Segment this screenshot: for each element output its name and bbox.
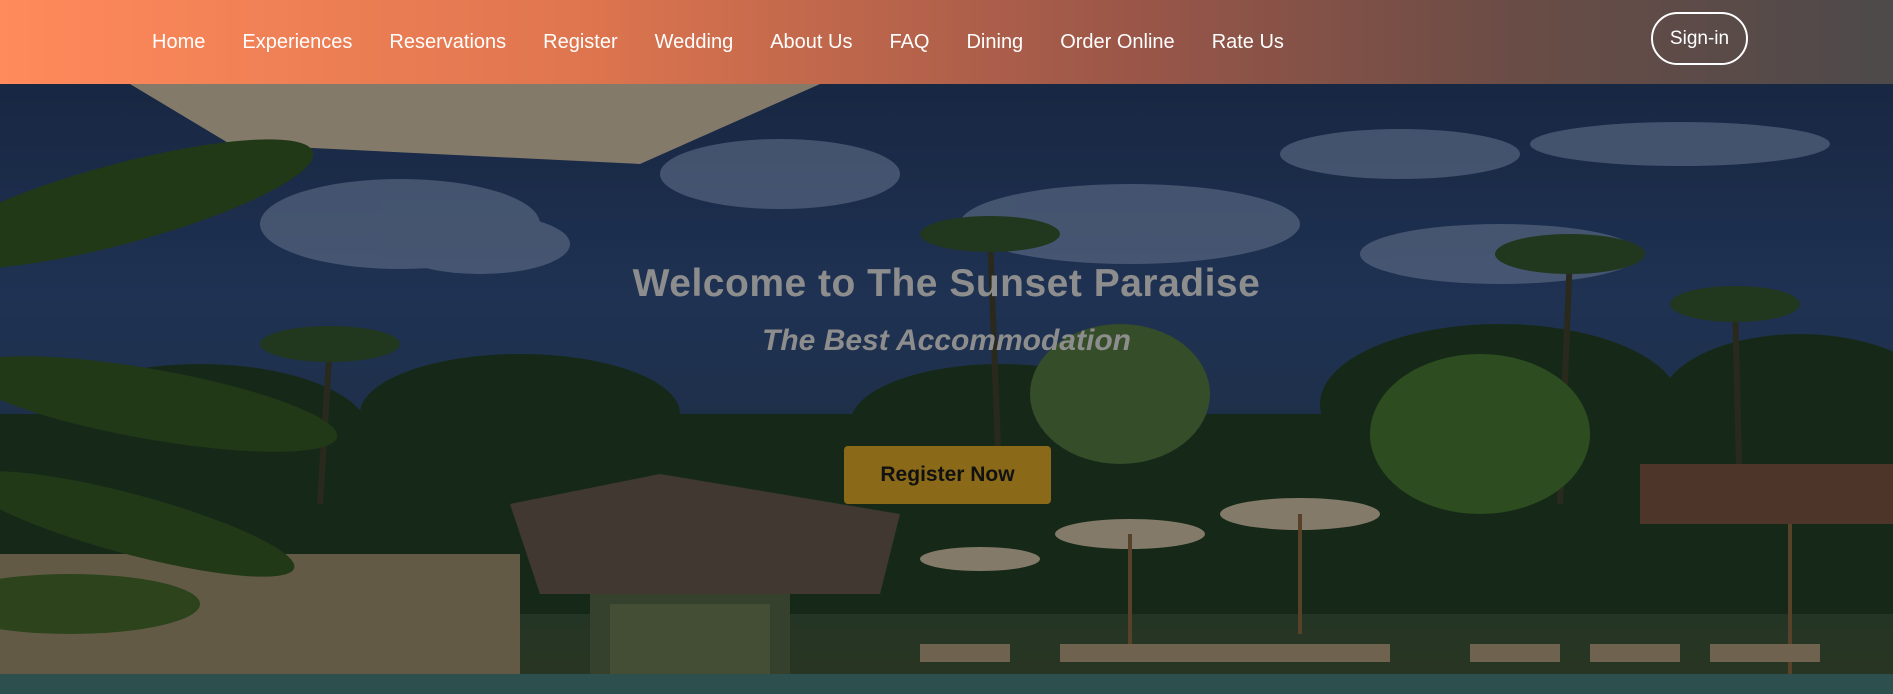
nav-link-experiences[interactable]: Experiences bbox=[242, 31, 352, 54]
top-navbar: Home Experiences Reservations Register W… bbox=[0, 0, 1893, 84]
nav-link-home[interactable]: Home bbox=[152, 31, 205, 54]
nav-link-dining[interactable]: Dining bbox=[966, 31, 1023, 54]
hero-section: Welcome to The Sunset Paradise The Best … bbox=[0, 84, 1893, 694]
hero-dark-overlay bbox=[0, 84, 1893, 694]
nav-links: Home Experiences Reservations Register W… bbox=[152, 0, 1321, 84]
nav-link-rate-us[interactable]: Rate Us bbox=[1212, 31, 1284, 54]
nav-link-reservations[interactable]: Reservations bbox=[389, 31, 506, 54]
sign-in-button[interactable]: Sign-in bbox=[1651, 12, 1748, 65]
nav-link-about-us[interactable]: About Us bbox=[770, 31, 852, 54]
hero-title: Welcome to The Sunset Paradise bbox=[632, 262, 1261, 305]
nav-link-wedding[interactable]: Wedding bbox=[655, 31, 734, 54]
register-now-button[interactable]: Register Now bbox=[844, 446, 1051, 504]
nav-link-faq[interactable]: FAQ bbox=[889, 31, 929, 54]
nav-link-register[interactable]: Register bbox=[543, 31, 617, 54]
hero-subtitle: The Best Accommodation bbox=[762, 324, 1131, 357]
nav-link-order-online[interactable]: Order Online bbox=[1060, 31, 1175, 54]
